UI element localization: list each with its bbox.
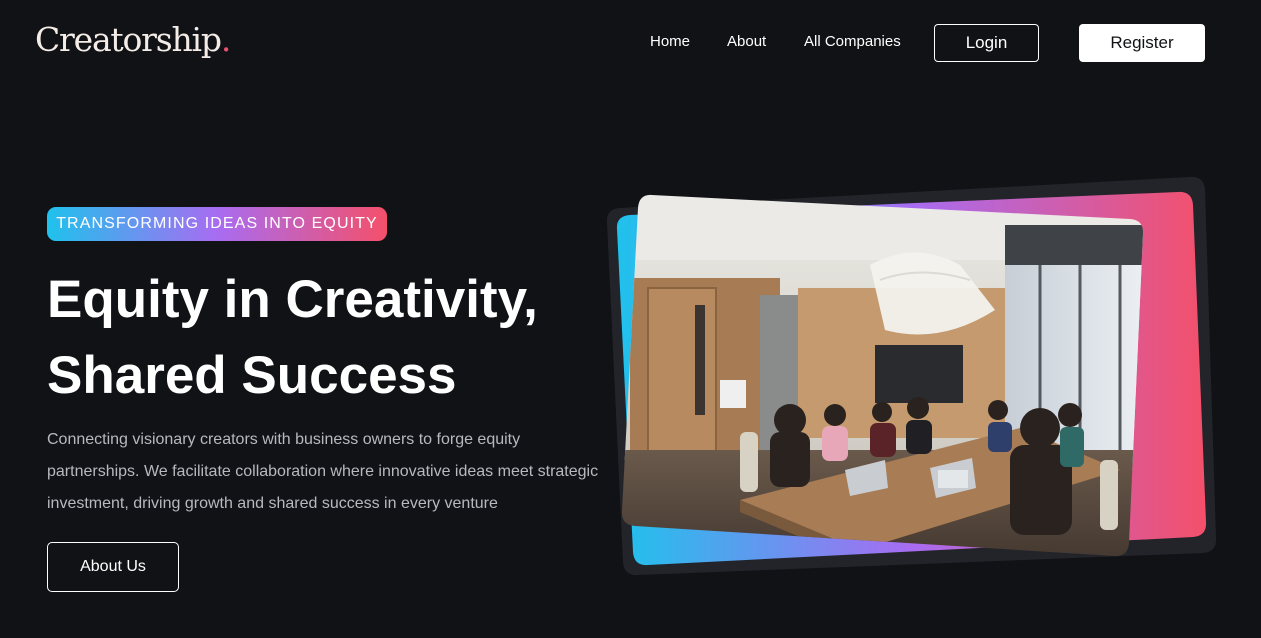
hero-visual (600, 170, 1225, 585)
nav-home-link[interactable]: Home (650, 33, 690, 50)
brand-logo[interactable]: Creatorship. (35, 20, 232, 64)
hero-image-composition (606, 176, 1217, 576)
nav-about-link[interactable]: About (727, 33, 766, 50)
login-button[interactable]: Login (934, 24, 1039, 62)
hero-headline-line1: Equity in Creativity, (47, 270, 538, 329)
logo-text: Creatorship (35, 20, 222, 59)
about-us-button[interactable]: About Us (47, 542, 179, 592)
hero-headline: Equity in Creativity, Shared Success (47, 262, 607, 414)
register-button[interactable]: Register (1079, 24, 1205, 62)
hero-description: Connecting visionary creators with busin… (47, 431, 599, 512)
hero-headline-line2: Shared Success (47, 346, 457, 405)
nav-all-companies-link[interactable]: All Companies (804, 33, 901, 50)
hero-badge: TRANSFORMING IDEAS INTO EQUITY (47, 207, 387, 241)
logo-dot: . (220, 20, 232, 59)
